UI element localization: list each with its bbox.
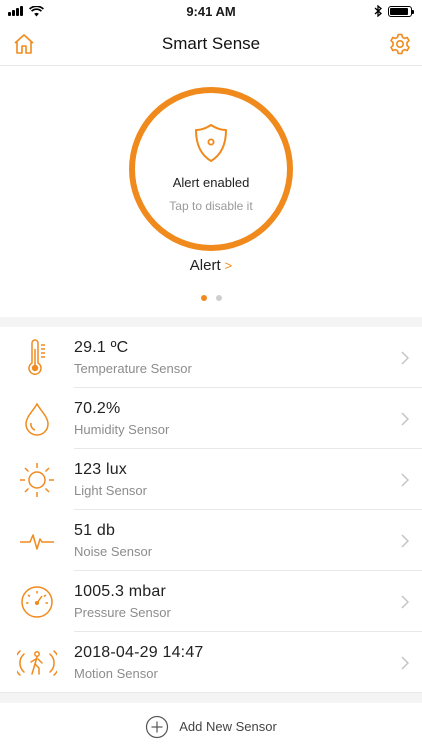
sensor-text: 2018-04-29 14:47 Motion Sensor — [74, 644, 388, 681]
alert-toggle-button[interactable]: Alert enabled Tap to disable it — [129, 87, 293, 251]
cellular-signal-icon — [8, 6, 23, 16]
sensor-text: 51 db Noise Sensor — [74, 522, 388, 559]
sensor-value: 1005.3 mbar — [74, 583, 167, 600]
chevron-right-icon: > — [224, 258, 233, 273]
alert-link[interactable]: Alert > — [0, 257, 422, 274]
sensor-text: 123 lux Light Sensor — [74, 461, 388, 498]
add-sensor-button[interactable]: Add New Sensor — [0, 703, 422, 750]
status-left — [8, 5, 44, 17]
page-title: Smart Sense — [161, 33, 261, 53]
sensor-row-temperature[interactable]: 29.1 ºC Temperature Sensor — [0, 327, 422, 388]
plus-circle-icon — [146, 715, 169, 738]
page-dot-2[interactable] — [215, 295, 222, 301]
shield-icon — [195, 124, 227, 162]
chevron-right-icon — [388, 655, 422, 670]
add-sensor-label: Add New Sensor — [179, 719, 277, 734]
page-indicator[interactable] — [0, 295, 422, 301]
sensor-name: Light Sensor — [74, 483, 147, 498]
gauge-icon — [21, 585, 53, 618]
sensor-icon-wrap — [0, 401, 74, 436]
chevron-right-icon — [388, 533, 422, 548]
chevron-right-icon — [388, 411, 422, 426]
battery-icon — [388, 5, 414, 17]
sensor-row-pressure[interactable]: 1005.3 mbar Pressure Sensor — [0, 571, 422, 632]
nav-bar: Smart Sense — [0, 22, 422, 66]
sensor-list: 29.1 ºC Temperature Sensor 70.2% Humidit… — [0, 327, 422, 693]
sensor-name: Temperature Sensor — [74, 361, 192, 376]
chevron-right-icon — [388, 350, 422, 365]
battery-fill — [390, 7, 408, 15]
chevron-right-icon — [388, 594, 422, 609]
sensor-name: Noise Sensor — [74, 544, 153, 559]
sensor-icon-wrap — [0, 461, 74, 499]
sensor-text: 70.2% Humidity Sensor — [74, 400, 388, 437]
sensor-name: Pressure Sensor — [74, 605, 171, 620]
wifi-icon — [29, 5, 44, 16]
thermometer-icon — [28, 338, 45, 375]
sensor-value: 123 lux — [74, 461, 127, 478]
sensor-icon-wrap — [0, 648, 74, 678]
home-icon — [14, 34, 34, 54]
bluetooth-icon — [374, 5, 382, 17]
sensor-row-light[interactable]: 123 lux Light Sensor — [0, 449, 422, 510]
sensor-text: 1005.3 mbar Pressure Sensor — [74, 583, 388, 620]
status-time: 9:41 AM — [186, 3, 236, 19]
sensor-text: 29.1 ºC Temperature Sensor — [74, 339, 388, 376]
settings-button[interactable] — [386, 30, 414, 58]
droplet-icon — [25, 401, 49, 436]
sensor-row-humidity[interactable]: 70.2% Humidity Sensor — [0, 388, 422, 449]
sensor-value: 29.1 ºC — [74, 339, 129, 356]
home-button[interactable] — [10, 30, 38, 58]
alert-section: Alert enabled Tap to disable it Alert > — [0, 67, 422, 317]
alert-status: Alert enabled — [172, 175, 250, 190]
sun-icon — [20, 462, 54, 497]
status-bar: 9:41 AM — [0, 0, 422, 22]
sensor-name: Motion Sensor — [74, 666, 158, 681]
motion-icon — [17, 649, 57, 676]
alert-link-label: Alert — [189, 257, 221, 274]
alert-hint: Tap to disable it — [169, 199, 253, 213]
sensor-value: 70.2% — [74, 400, 121, 417]
sensor-value: 51 db — [74, 522, 116, 539]
sensor-value: 2018-04-29 14:47 — [74, 644, 204, 661]
status-right — [374, 5, 414, 17]
chevron-right-icon — [388, 472, 422, 487]
gear-icon — [390, 33, 410, 55]
waveform-icon — [20, 533, 54, 550]
sensor-name: Humidity Sensor — [74, 422, 170, 437]
page-dot-1[interactable] — [200, 295, 207, 301]
sensor-icon-wrap — [0, 584, 74, 620]
sensor-row-motion[interactable]: 2018-04-29 14:47 Motion Sensor — [0, 632, 422, 693]
section-divider — [0, 693, 422, 703]
sensor-icon-wrap — [0, 530, 74, 552]
sensor-row-noise[interactable]: 51 db Noise Sensor — [0, 510, 422, 571]
section-divider — [0, 317, 422, 327]
sensor-icon-wrap — [0, 338, 74, 377]
